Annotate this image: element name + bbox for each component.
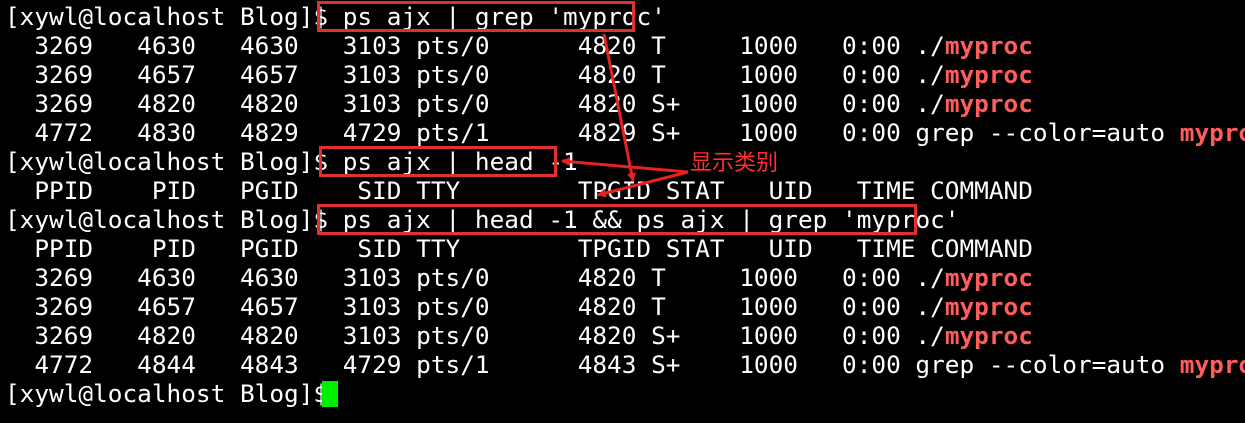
arrow-to-cmd2 xyxy=(561,157,689,174)
arrow-from-cmd1 xyxy=(602,33,636,182)
annotation-label: 显示类别 xyxy=(690,151,779,176)
terminal-window[interactable]: [xywl@localhost Blog]$ ps ajx | grep 'my… xyxy=(0,0,1245,423)
annotation-arrows xyxy=(561,33,689,198)
arrow-to-header xyxy=(597,170,689,198)
